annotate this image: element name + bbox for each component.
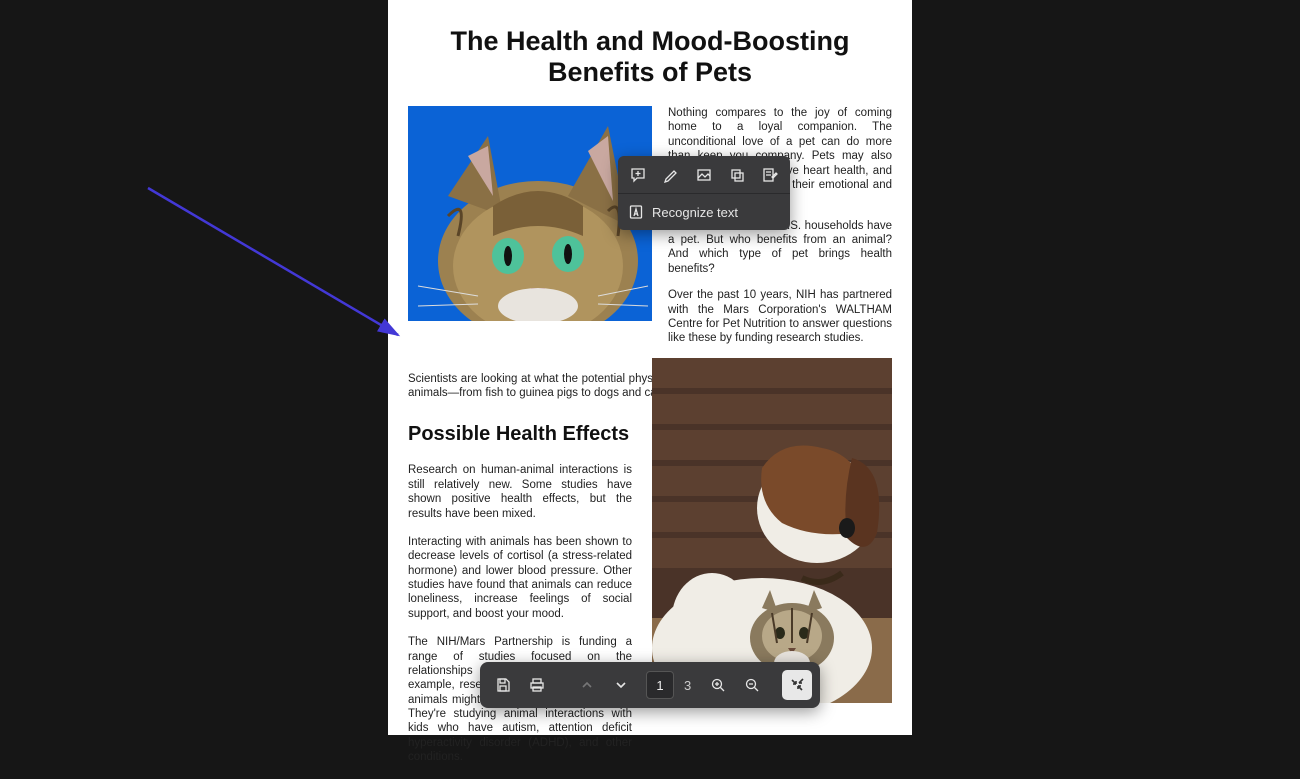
page-number-input[interactable]: [646, 671, 674, 699]
annotation-arrow: [140, 180, 420, 360]
paragraph: Interacting with animals has been shown …: [408, 535, 632, 621]
next-page-button[interactable]: [606, 670, 636, 700]
page-title: The Health and Mood-Boosting Benefits of…: [426, 26, 874, 88]
prev-page-button[interactable]: [572, 670, 602, 700]
cat-image: [408, 106, 652, 321]
top-row: Nothing compares to the joy of coming ho…: [408, 106, 892, 358]
effects-text-block: Possible Health Effects Research on huma…: [408, 400, 632, 778]
context-toolbar-row: [618, 156, 790, 194]
text-recognize-icon: [628, 204, 644, 220]
fit-page-button[interactable]: [782, 670, 812, 700]
print-button[interactable]: [522, 670, 552, 700]
viewer-toolbar: 3: [480, 662, 820, 708]
dog-image: [652, 358, 892, 703]
page-total-label: 3: [684, 678, 691, 693]
recognize-text-label: Recognize text: [652, 205, 738, 220]
add-comment-icon[interactable]: [625, 162, 651, 188]
image-edit-icon[interactable]: [691, 162, 717, 188]
highlight-icon[interactable]: [658, 162, 684, 188]
context-toolbar: Recognize text: [618, 156, 790, 230]
zoom-out-button[interactable]: [737, 670, 767, 700]
form-edit-icon[interactable]: [757, 162, 783, 188]
save-button[interactable]: [488, 670, 518, 700]
bottom-row: Possible Health Effects Research on huma…: [408, 400, 892, 778]
section-heading: Possible Health Effects: [408, 422, 632, 447]
zoom-in-button[interactable]: [703, 670, 733, 700]
intro-text-block: Nothing compares to the joy of coming ho…: [668, 106, 892, 358]
recognize-text-item[interactable]: Recognize text: [618, 194, 790, 230]
copy-icon[interactable]: [724, 162, 750, 188]
paragraph: Over the past 10 years, NIH has partnere…: [668, 288, 892, 346]
paragraph: Research on human-animal interactions is…: [408, 463, 632, 521]
document-page: The Health and Mood-Boosting Benefits of…: [388, 0, 912, 735]
